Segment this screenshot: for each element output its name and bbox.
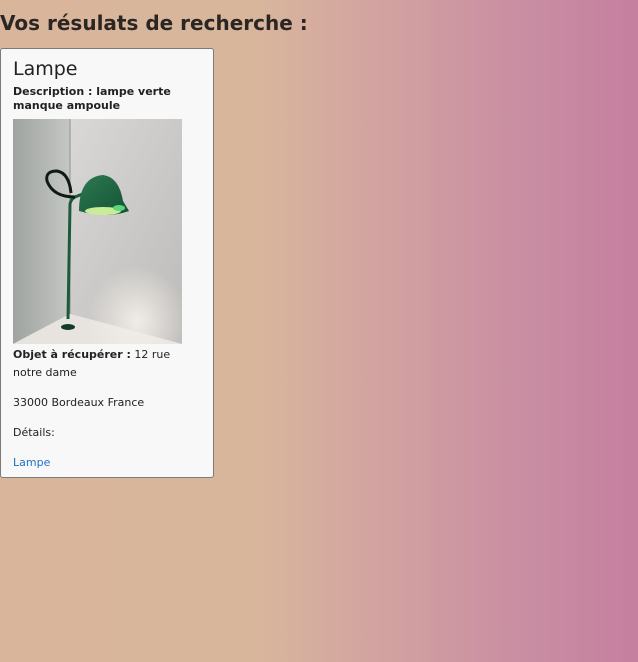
page-title: Vos résulats de recherche : <box>0 11 308 35</box>
lamp-photo <box>13 119 182 344</box>
details-label: Détails: <box>13 426 55 439</box>
card-title: Lampe <box>13 58 78 80</box>
item-link[interactable]: Lampe <box>13 456 50 469</box>
pickup-info: Objet à récupérer : 12 rue notre dame <box>13 346 201 382</box>
pickup-label: Objet à récupérer : <box>13 348 131 361</box>
description: Description : lampe verte manque ampoule <box>13 85 201 113</box>
description-label: Description : <box>13 85 93 98</box>
result-card: Lampe Description : lampe verte manque a… <box>0 48 214 478</box>
address-line2: 33000 Bordeaux France <box>13 396 145 409</box>
